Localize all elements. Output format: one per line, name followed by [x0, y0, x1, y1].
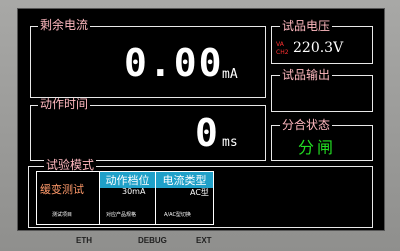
test-item-button[interactable]: 缓变测试 测试项目: [36, 171, 100, 225]
test-item-label: 测试项目: [52, 212, 73, 218]
current-type-label: A/AC型切换: [164, 212, 191, 218]
eth-port-label: ETH: [76, 236, 92, 245]
current-type-button[interactable]: 电流类型 AC型 A/AC型切换: [155, 171, 214, 225]
action-time-value: 0: [195, 111, 220, 155]
debug-port-label: DEBUG: [138, 236, 167, 245]
lcd-screen: 剩余电流 0.00 mA 动作时间 0 ms 试品电压 VA CH2 220.3…: [18, 9, 384, 230]
state-panel-title: 分合状态: [280, 118, 333, 132]
state-value: 分闸: [298, 138, 337, 157]
mode-value: 缓变测试: [40, 183, 84, 196]
phase-label-va: VA: [276, 41, 284, 48]
product-spec-button[interactable]: 动作档位 30mA 对应产品规格: [99, 171, 156, 225]
output-panel-title: 试品输出: [280, 68, 333, 82]
voltage-panel-title: 试品电压: [280, 19, 333, 33]
phase-label-ch: CH2: [276, 49, 289, 56]
voltage-value: 220.3V: [293, 40, 344, 56]
action-time-unit: ms: [222, 135, 238, 150]
gear-value: 30mA: [122, 187, 146, 196]
action-time-title: 动作时间: [38, 97, 91, 111]
gear-header: 动作档位: [100, 172, 155, 188]
current-value: 0.00: [124, 41, 224, 85]
current-panel-title: 剩余电流: [38, 18, 91, 32]
product-spec-label: 对应产品规格: [106, 212, 137, 218]
type-value: AC型: [190, 188, 209, 197]
ext-port-label: EXT: [196, 236, 212, 245]
current-unit: mA: [222, 67, 238, 82]
type-header: 电流类型: [156, 172, 213, 188]
action-time-panel: [30, 105, 266, 161]
